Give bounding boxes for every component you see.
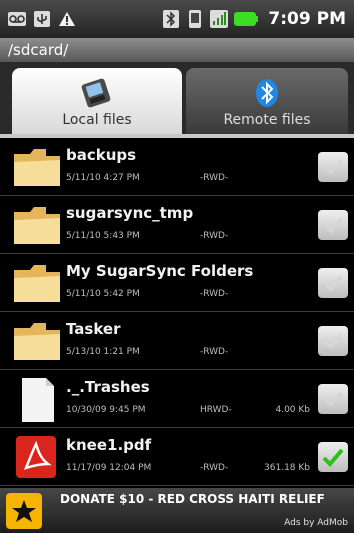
list-item-knee1-pdf[interactable]: knee1.pdf 11/17/09 12:04 PM -RWD- 361.18…	[0, 428, 354, 486]
star-icon	[6, 493, 42, 529]
file-name: sugarsync_tmp	[66, 204, 194, 222]
pdf-icon	[12, 434, 62, 480]
select-checkbox[interactable]	[318, 268, 348, 298]
file-permissions: HRWD-	[200, 405, 232, 415]
select-checkbox[interactable]	[318, 326, 348, 356]
usb-icon	[33, 10, 51, 28]
ad-attribution: Ads by AdMob	[284, 518, 348, 528]
list-item-tasker[interactable]: Tasker 5/13/10 1:21 PM -RWD-	[0, 312, 354, 370]
file-date: 5/11/10 5:42 PM	[66, 289, 140, 299]
folder-icon	[12, 318, 62, 364]
bluetooth-icon	[162, 10, 180, 28]
file-size: 361.18 Kb	[264, 463, 310, 473]
file-permissions: -RWD-	[200, 289, 229, 299]
file-date: 10/30/09 9:45 PM	[66, 405, 146, 415]
bluetooth-icon	[250, 78, 284, 108]
file-date: 5/13/10 1:21 PM	[66, 347, 140, 357]
status-time: 7:09 PM	[268, 9, 346, 29]
tab-local-files[interactable]: Local files	[12, 68, 182, 134]
phone-icon	[80, 78, 114, 108]
current-path: /sdcard/	[0, 38, 354, 62]
ad-text: DONATE $10 - RED CROSS HAITI RELIEF	[60, 492, 325, 506]
select-checkbox[interactable]	[318, 210, 348, 240]
file-name: backups	[66, 146, 137, 164]
folder-icon	[12, 260, 62, 306]
file-name: Tasker	[66, 320, 121, 338]
warning-icon	[58, 10, 76, 28]
battery-icon	[234, 10, 259, 28]
file-date: 5/11/10 4:27 PM	[66, 173, 140, 183]
file-permissions: -RWD-	[200, 231, 229, 241]
folder-icon	[12, 202, 62, 248]
signal-icon	[210, 10, 229, 28]
list-item-backups[interactable]: backups 5/11/10 4:27 PM -RWD-	[0, 138, 354, 196]
select-checkbox[interactable]	[318, 384, 348, 414]
tab-local-files-label: Local files	[62, 112, 132, 128]
list-item-sugarsync-tmp[interactable]: sugarsync_tmp 5/11/10 5:43 PM -RWD-	[0, 196, 354, 254]
file-permissions: -RWD-	[200, 347, 229, 357]
file-permissions: -RWD-	[200, 173, 229, 183]
tab-remote-files-label: Remote files	[223, 112, 311, 128]
file-permissions: -RWD-	[200, 463, 229, 473]
file-name: My SugarSync Folders	[66, 262, 254, 280]
tab-remote-files[interactable]: Remote files	[186, 68, 348, 134]
select-checkbox[interactable]	[318, 442, 348, 472]
ad-banner[interactable]: DONATE $10 - RED CROSS HAITI RELIEF Ads …	[0, 488, 354, 533]
vibrate-icon	[186, 10, 204, 28]
voicemail-icon	[8, 10, 26, 28]
folder-icon	[12, 144, 62, 190]
list-item-my-sugarsync-folders[interactable]: My SugarSync Folders 5/11/10 5:42 PM -RW…	[0, 254, 354, 312]
tab-bar: Local files Remote files	[0, 62, 354, 134]
list-item-trashes[interactable]: ._.Trashes 10/30/09 9:45 PM HRWD- 4.00 K…	[0, 370, 354, 428]
status-bar: 7:09 PM	[0, 0, 354, 38]
file-date: 11/17/09 12:04 PM	[66, 463, 152, 473]
select-checkbox[interactable]	[318, 152, 348, 182]
document-icon	[12, 376, 62, 422]
file-size: 4.00 Kb	[275, 405, 310, 415]
file-date: 5/11/10 5:43 PM	[66, 231, 140, 241]
file-name: knee1.pdf	[66, 436, 152, 454]
file-name: ._.Trashes	[66, 378, 150, 396]
